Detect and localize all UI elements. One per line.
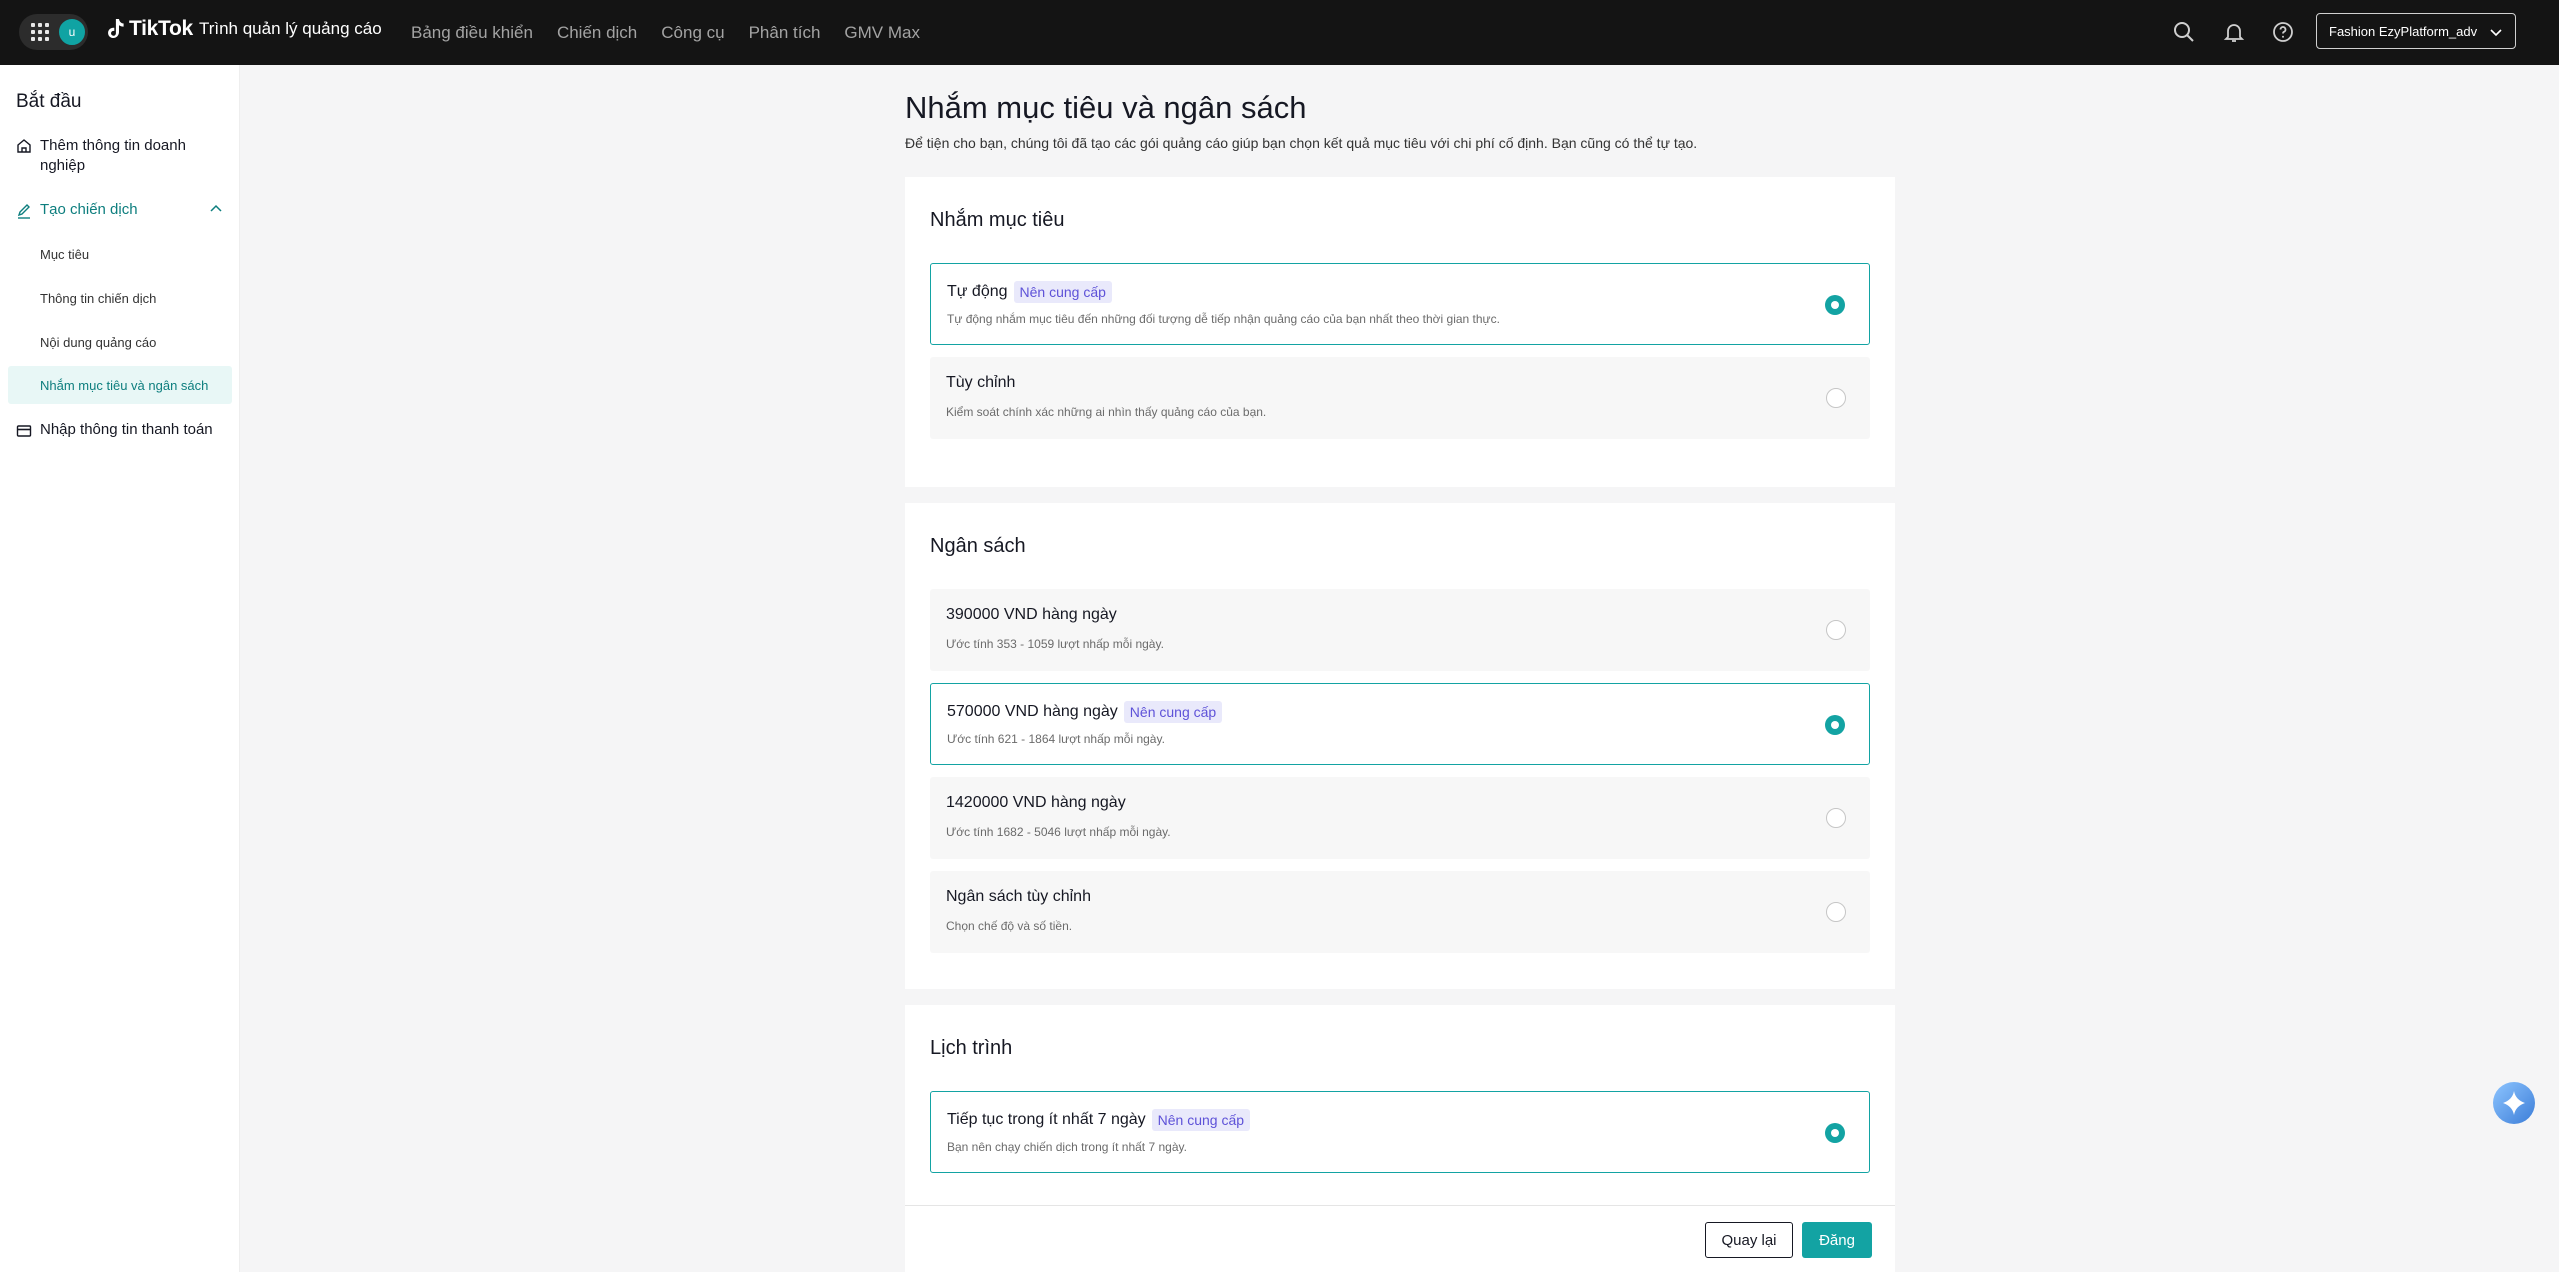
budget-card: Ngân sách 390000 VND hàng ngày Ước tính … <box>905 503 1895 989</box>
edit-icon <box>17 204 30 219</box>
budget-title: Ngân sách <box>930 535 1026 557</box>
option-label: 1420000 VND hàng ngày <box>946 794 1126 811</box>
option-description: Ước tính 621 - 1864 lượt nhấp mỗi ngày. <box>947 732 1165 746</box>
option-label: Tiếp tục trong ít nhất 7 ngày <box>947 1111 1146 1128</box>
recommended-badge: Nên cung cấp <box>1013 281 1112 303</box>
tiktok-logo[interactable]: TikTok Trình quản lý quảng cáo <box>107 17 382 41</box>
account-selector[interactable]: Fashion EzyPlatform_adv <box>2316 13 2516 49</box>
page-title: Nhắm mục tiêu và ngân sách <box>905 90 1307 125</box>
nav-campaigns[interactable]: Chiến dịch <box>557 23 637 43</box>
tiktok-note-icon <box>108 19 124 39</box>
option-label: 390000 VND hàng ngày <box>946 606 1117 623</box>
sidebar-subitem-campaign-info[interactable]: Thông tin chiến dịch <box>8 279 232 317</box>
top-navigation-bar: u TikTok Trình quản lý quảng cáo Bảng đi… <box>0 0 2559 65</box>
sidebar-subitem-objective[interactable]: Mục tiêu <box>8 235 232 273</box>
budget-option-custom[interactable]: Ngân sách tùy chỉnh Chọn chế độ và số ti… <box>930 871 1870 953</box>
option-label: Tùy chỉnh <box>946 374 1016 391</box>
schedule-option-7-days[interactable]: Tiếp tục trong ít nhất 7 ngày Nên cung c… <box>930 1091 1870 1173</box>
radio-button-selected[interactable] <box>1825 295 1845 315</box>
main-nav: Bảng điều khiển Chiến dịch Công cụ Phân … <box>411 0 944 65</box>
nav-analytics[interactable]: Phân tích <box>749 23 821 43</box>
sidebar-item-label: Thêm thông tin doanh nghiệp <box>40 137 186 174</box>
targeting-option-auto[interactable]: Tự động Nên cung cấp Tự động nhắm mục ti… <box>930 263 1870 345</box>
sidebar-item-payment[interactable]: Nhập thông tin thanh toán <box>16 421 213 439</box>
option-label: Ngân sách tùy chỉnh <box>946 888 1091 905</box>
radio-button[interactable] <box>1826 388 1846 408</box>
credit-card-icon <box>16 425 32 437</box>
search-icon[interactable] <box>2172 20 2196 44</box>
radio-button[interactable] <box>1826 808 1846 828</box>
help-icon[interactable] <box>2271 20 2295 44</box>
option-description: Chọn chế độ và số tiền. <box>946 919 1073 933</box>
nav-dashboard[interactable]: Bảng điều khiển <box>411 23 533 43</box>
schedule-card: Lịch trình Tiếp tục trong ít nhất 7 ngày… <box>905 1005 1895 1205</box>
sidebar-title: Bắt đầu <box>16 91 82 112</box>
radio-button-selected[interactable] <box>1825 715 1845 735</box>
chevron-up-icon[interactable] <box>209 202 223 216</box>
account-name: Fashion EzyPlatform_adv <box>2329 23 2478 39</box>
option-description: Bạn nên chạy chiến dịch trong ít nhất 7 … <box>947 1140 1187 1154</box>
post-button[interactable]: Đăng <box>1802 1222 1872 1258</box>
sidebar-item-label: Nhập thông tin thanh toán <box>40 421 213 438</box>
option-description: Tự động nhắm mục tiêu đến những đối tượn… <box>947 312 1500 326</box>
option-label: Tự động <box>947 283 1008 300</box>
sidebar: Bắt đầu Thêm thông tin doanh nghiệp Tạo … <box>0 65 240 1272</box>
recommended-badge: Nên cung cấp <box>1151 1109 1251 1131</box>
user-avatar[interactable]: u <box>57 17 87 47</box>
home-icon <box>17 139 31 153</box>
budget-option-1420000[interactable]: 1420000 VND hàng ngày Ước tính 1682 - 50… <box>930 777 1870 859</box>
logo-subtitle: Trình quản lý quảng cáo <box>198 19 382 38</box>
sidebar-item-business-info[interactable]: Thêm thông tin doanh nghiệp <box>16 136 216 176</box>
option-label: 570000 VND hàng ngày <box>947 703 1118 720</box>
footer-action-bar: Quay lại Đăng <box>905 1205 1895 1272</box>
page-description: Để tiện cho bạn, chúng tôi đã tạo các gó… <box>905 135 1698 151</box>
logo-wordmark: TikTok <box>129 17 193 40</box>
budget-option-390000[interactable]: 390000 VND hàng ngày Ước tính 353 - 1059… <box>930 589 1870 671</box>
apps-grid-icon[interactable] <box>31 23 49 41</box>
apps-switcher[interactable]: u <box>19 14 88 50</box>
radio-button[interactable] <box>1826 620 1846 640</box>
budget-option-570000[interactable]: 570000 VND hàng ngày Nên cung cấp Ước tí… <box>930 683 1870 765</box>
schedule-title: Lịch trình <box>930 1037 1013 1059</box>
option-description: Ước tính 1682 - 5046 lượt nhấp mỗi ngày. <box>946 825 1171 839</box>
targeting-card: Nhắm mục tiêu Tự động Nên cung cấp Tự độ… <box>905 177 1895 487</box>
option-description: Kiểm soát chính xác những ai nhìn thấy q… <box>946 405 1267 419</box>
option-description: Ước tính 353 - 1059 lượt nhấp mỗi ngày. <box>946 637 1164 651</box>
bell-icon[interactable] <box>2222 20 2246 44</box>
radio-button[interactable] <box>1826 902 1846 922</box>
sidebar-subitem-ad-content[interactable]: Nội dung quảng cáo <box>8 323 232 361</box>
sidebar-subitem-targeting-budget[interactable]: Nhắm mục tiêu và ngân sách <box>8 366 232 404</box>
nav-tools[interactable]: Công cụ <box>661 23 724 43</box>
back-button[interactable]: Quay lại <box>1705 1222 1793 1258</box>
radio-button-selected[interactable] <box>1825 1123 1845 1143</box>
chevron-down-icon <box>2490 29 2502 37</box>
sidebar-item-label: Tạo chiến dịch <box>40 201 138 218</box>
targeting-title: Nhắm mục tiêu <box>930 209 1065 231</box>
nav-gmv-max[interactable]: GMV Max <box>844 23 920 43</box>
recommended-badge: Nên cung cấp <box>1123 701 1223 723</box>
ai-assistant-button[interactable] <box>2493 1082 2535 1124</box>
sparkle-icon <box>2503 1091 2525 1115</box>
targeting-option-custom[interactable]: Tùy chỉnh Kiểm soát chính xác những ai n… <box>930 357 1870 439</box>
sidebar-item-create-campaign[interactable]: Tạo chiến dịch <box>16 201 138 219</box>
